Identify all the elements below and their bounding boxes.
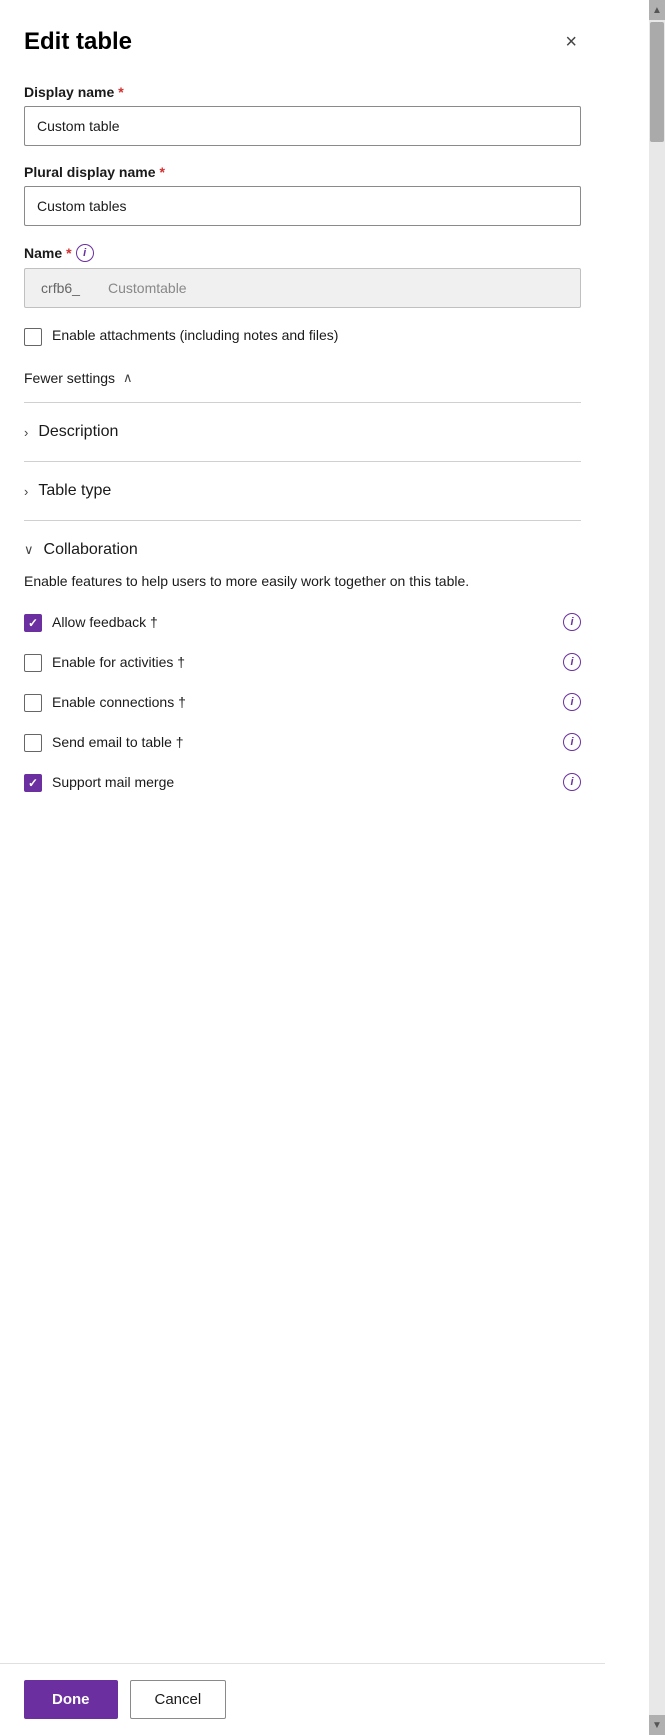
display-name-group: Display name * <box>24 84 581 146</box>
display-name-label: Display name * <box>24 84 581 100</box>
footer: Done Cancel <box>0 1663 605 1735</box>
enable-connections-label: Enable connections † <box>52 694 186 710</box>
collab-enable-connections-row: Enable connections † i <box>24 692 581 712</box>
attachments-label: Enable attachments (including notes and … <box>52 326 338 346</box>
edit-table-panel: Edit table × Display name * Plural displ… <box>0 0 605 1735</box>
collaboration-description: Enable features to help users to more ea… <box>24 571 581 592</box>
collab-allow-feedback-row: Allow feedback † i <box>24 612 581 632</box>
collab-send-email-left: Send email to table † <box>24 732 184 752</box>
allow-feedback-label: Allow feedback † <box>52 614 158 630</box>
description-chevron-right-icon: › <box>24 425 28 440</box>
scrollbar-track <box>649 20 665 1715</box>
collaboration-chevron-down-icon: ∨ <box>24 542 34 558</box>
name-info-icon[interactable]: i <box>76 244 94 262</box>
display-name-required: * <box>118 84 123 100</box>
collab-enable-activities-left: Enable for activities † <box>24 652 185 672</box>
collab-mail-merge-row: Support mail merge i <box>24 772 581 792</box>
display-name-input[interactable] <box>24 106 581 146</box>
done-button[interactable]: Done <box>24 1680 118 1719</box>
table-type-chevron-right-icon: › <box>24 484 28 499</box>
panel-title: Edit table <box>24 28 132 56</box>
send-email-info-icon[interactable]: i <box>563 733 581 751</box>
enable-activities-label: Enable for activities † <box>52 654 185 670</box>
scrollbar-up-button[interactable]: ▲ <box>649 0 665 20</box>
collab-allow-feedback-left: Allow feedback † <box>24 612 158 632</box>
attachments-row: Enable attachments (including notes and … <box>24 326 581 346</box>
collaboration-title: Collaboration <box>44 541 138 559</box>
description-toggle[interactable]: › Description <box>24 423 581 441</box>
table-type-toggle[interactable]: › Table type <box>24 482 581 500</box>
enable-connections-info-icon[interactable]: i <box>563 693 581 711</box>
collab-enable-connections-left: Enable connections † <box>24 692 186 712</box>
fewer-settings-label: Fewer settings <box>24 370 115 386</box>
allow-feedback-info-icon[interactable]: i <box>563 613 581 631</box>
fewer-settings-chevron-up-icon: ∧ <box>123 370 133 386</box>
plural-display-name-required: * <box>160 164 165 180</box>
plural-display-name-group: Plural display name * <box>24 164 581 226</box>
description-section: › Description <box>24 402 581 461</box>
enable-activities-info-icon[interactable]: i <box>563 653 581 671</box>
plural-display-name-label: Plural display name * <box>24 164 581 180</box>
table-type-title: Table type <box>38 482 111 500</box>
collab-mail-merge-left: Support mail merge <box>24 772 174 792</box>
name-group: Name * i crfb6_ Customtable <box>24 244 581 308</box>
send-email-checkbox[interactable] <box>24 734 42 752</box>
send-email-label: Send email to table † <box>52 734 184 750</box>
attachments-checkbox[interactable] <box>24 328 42 346</box>
cancel-button[interactable]: Cancel <box>130 1680 227 1719</box>
table-type-section: › Table type <box>24 461 581 520</box>
collab-send-email-row: Send email to table † i <box>24 732 581 752</box>
support-mail-merge-info-icon[interactable]: i <box>563 773 581 791</box>
close-button[interactable]: × <box>561 28 581 56</box>
support-mail-merge-checkbox[interactable] <box>24 774 42 792</box>
enable-activities-checkbox[interactable] <box>24 654 42 672</box>
scrollbar-thumb[interactable] <box>650 22 664 142</box>
name-required: * <box>66 245 71 261</box>
scrollbar[interactable]: ▲ ▼ <box>649 0 665 1735</box>
name-prefix: crfb6_ <box>24 268 96 308</box>
allow-feedback-checkbox[interactable] <box>24 614 42 632</box>
collaboration-section: ∨ Collaboration Enable features to help … <box>24 520 581 832</box>
name-label: Name * i <box>24 244 581 262</box>
collaboration-toggle[interactable]: ∨ Collaboration <box>24 541 581 559</box>
plural-display-name-input[interactable] <box>24 186 581 226</box>
description-title: Description <box>38 423 118 441</box>
enable-connections-checkbox[interactable] <box>24 694 42 712</box>
support-mail-merge-label: Support mail merge <box>52 774 174 790</box>
panel-header: Edit table × <box>24 28 581 56</box>
name-value: Customtable <box>96 268 581 308</box>
collab-enable-activities-row: Enable for activities † i <box>24 652 581 672</box>
scrollbar-down-button[interactable]: ▼ <box>649 1715 665 1735</box>
name-field-row: crfb6_ Customtable <box>24 268 581 308</box>
fewer-settings-toggle[interactable]: Fewer settings ∧ <box>24 370 581 386</box>
